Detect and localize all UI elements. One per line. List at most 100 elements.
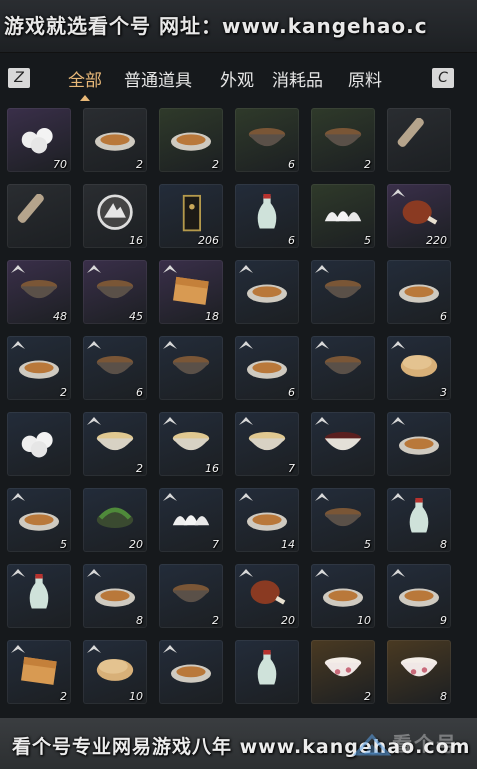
inventory-slot[interactable]: 20 — [83, 488, 147, 552]
tab-appearance[interactable]: 外观 — [220, 66, 254, 91]
item-quantity: 48 — [53, 310, 67, 323]
coin-icon — [97, 194, 133, 230]
inventory-slot[interactable] — [387, 108, 451, 172]
inventory-slot[interactable]: 6 — [235, 108, 299, 172]
bowl-icon — [324, 128, 362, 147]
inventory-slot[interactable]: 9 — [387, 564, 451, 628]
tab-common-items[interactable]: 普通道具 — [124, 66, 192, 91]
steamed-bun-icon — [21, 432, 53, 458]
item-quantity: 220 — [426, 234, 447, 247]
inventory-slot[interactable] — [311, 412, 375, 476]
dish-icon — [399, 588, 439, 607]
vase-icon — [409, 498, 429, 533]
item-quantity: 7 — [212, 538, 219, 551]
inventory-slot[interactable] — [387, 412, 451, 476]
inventory-slot[interactable]: 2 — [83, 412, 147, 476]
bowl-icon — [324, 508, 362, 527]
inventory-slot[interactable]: 7 — [235, 412, 299, 476]
inventory-slot[interactable]: 20 — [235, 564, 299, 628]
item-quantity: 45 — [129, 310, 143, 323]
item-quantity: 6 — [288, 234, 295, 247]
inventory-slot[interactable]: 5 — [311, 184, 375, 248]
house-logo-icon — [352, 733, 392, 756]
bowl-icon — [96, 356, 134, 375]
inventory-slot[interactable]: 8 — [387, 488, 451, 552]
inventory-slot[interactable]: 45 — [83, 260, 147, 324]
porcelain-bowl-icon — [400, 657, 438, 677]
inventory-slot[interactable] — [235, 640, 299, 704]
dumpling-icon — [324, 211, 362, 222]
inventory-slot[interactable] — [235, 260, 299, 324]
inventory-slot[interactable]: 16 — [159, 412, 223, 476]
item-quantity: 7 — [288, 462, 295, 475]
inventory-slot[interactable] — [159, 640, 223, 704]
inventory-slot[interactable] — [7, 184, 71, 248]
greens-icon — [96, 507, 134, 528]
dumpling-icon — [172, 515, 210, 526]
item-quantity: 10 — [357, 614, 371, 627]
item-quantity: 14 — [281, 538, 295, 551]
inventory-slot[interactable]: 48 — [7, 260, 71, 324]
inventory-slot[interactable]: 5 — [311, 488, 375, 552]
bowl-icon — [20, 280, 58, 299]
inventory-slot[interactable] — [7, 412, 71, 476]
item-quantity: 3 — [440, 386, 447, 399]
inventory-slot[interactable]: 2 — [7, 640, 71, 704]
inventory-slot[interactable]: 10 — [83, 640, 147, 704]
inventory-slot[interactable]: 6 — [235, 184, 299, 248]
inventory-slot[interactable] — [311, 336, 375, 400]
inventory-slot[interactable]: 6 — [235, 336, 299, 400]
tab-consumables[interactable]: 消耗品 — [272, 66, 323, 91]
inventory-slot[interactable]: 7 — [159, 488, 223, 552]
dish-icon — [95, 132, 135, 151]
inventory-slot[interactable] — [159, 336, 223, 400]
inventory-slot[interactable]: 2 — [83, 108, 147, 172]
soup-bowl-icon — [324, 432, 362, 451]
inventory-slot[interactable] — [7, 564, 71, 628]
inventory-slot[interactable]: 2 — [7, 336, 71, 400]
pancake-icon — [96, 659, 134, 681]
dish-icon — [19, 360, 59, 379]
meat-icon — [402, 200, 438, 225]
inventory-slot[interactable]: 2 — [311, 640, 375, 704]
inventory-slot[interactable]: 10 — [311, 564, 375, 628]
inventory-slot[interactable]: 16 — [83, 184, 147, 248]
tab-all[interactable]: 全部 — [68, 66, 102, 101]
dish-icon — [247, 512, 287, 531]
dish-icon — [95, 588, 135, 607]
item-quantity: 16 — [129, 234, 143, 247]
next-tab-key[interactable]: C — [432, 68, 454, 88]
inventory-slot[interactable]: 8 — [387, 640, 451, 704]
inventory-slot[interactable]: 206 — [159, 184, 223, 248]
dish-icon — [171, 664, 211, 683]
inventory-slot[interactable]: 18 — [159, 260, 223, 324]
inventory-slot[interactable]: 14 — [235, 488, 299, 552]
prev-tab-key[interactable]: Z — [8, 68, 30, 88]
inventory-slot[interactable]: 6 — [387, 260, 451, 324]
pancake-icon — [400, 355, 438, 377]
item-quantity: 2 — [60, 386, 67, 399]
item-quantity: 5 — [60, 538, 67, 551]
inventory-slot[interactable] — [311, 260, 375, 324]
item-quantity: 18 — [205, 310, 219, 323]
inventory-slot[interactable]: 5 — [7, 488, 71, 552]
inventory-slot[interactable]: 6 — [83, 336, 147, 400]
inventory-slot[interactable]: 2 — [159, 108, 223, 172]
tab-materials[interactable]: 原料 — [348, 66, 382, 91]
dish-icon — [19, 512, 59, 531]
dish-icon — [171, 132, 211, 151]
bowl-icon — [172, 584, 210, 603]
inventory-slot[interactable]: 8 — [83, 564, 147, 628]
item-quantity: 206 — [198, 234, 219, 247]
ticket-icon — [182, 194, 201, 232]
noodle-bowl-icon — [96, 432, 134, 451]
top-bar: 游戏就选看个号 网址：www.kangehao.c — [0, 0, 477, 53]
item-quantity: 9 — [440, 614, 447, 627]
inventory-slot[interactable]: 70 — [7, 108, 71, 172]
inventory-slot[interactable]: 2 — [159, 564, 223, 628]
inventory-slot[interactable]: 2 — [311, 108, 375, 172]
inventory-slot[interactable]: 220 — [387, 184, 451, 248]
item-quantity: 70 — [53, 158, 67, 171]
item-quantity: 8 — [440, 690, 447, 703]
inventory-slot[interactable]: 3 — [387, 336, 451, 400]
